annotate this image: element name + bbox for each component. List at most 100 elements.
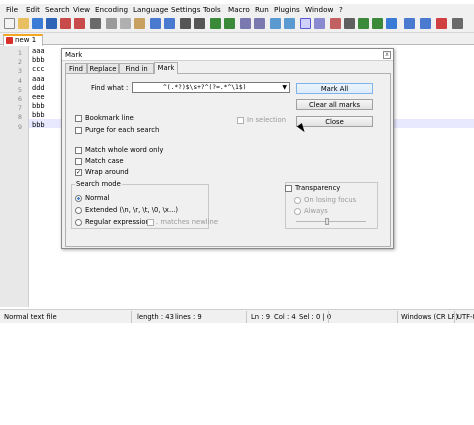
- close-icon[interactable]: [60, 18, 71, 29]
- menu-language[interactable]: Language: [133, 5, 168, 14]
- purge-checkbox[interactable]: [75, 127, 82, 134]
- menu-view[interactable]: View: [73, 5, 90, 14]
- print-icon[interactable]: [90, 18, 101, 29]
- code-line: aaa: [32, 74, 45, 83]
- tab-new-1[interactable]: new 1: [3, 34, 43, 46]
- menu-plugins[interactable]: Plugins: [274, 5, 300, 14]
- menu-window[interactable]: Window: [305, 5, 333, 14]
- copy-icon[interactable]: [120, 18, 131, 29]
- status-eol: Windows (CR LF): [401, 313, 459, 321]
- code-line: bbb: [32, 56, 45, 65]
- code-line: ddd: [32, 83, 45, 92]
- status-bar: Normal text file length : 43 lines : 9 L…: [0, 309, 474, 323]
- transparency-checkbox[interactable]: [285, 185, 292, 192]
- match-case-checkbox[interactable]: [75, 158, 82, 165]
- line-number: 9: [17, 122, 22, 131]
- in-selection-label: In selection: [247, 116, 287, 124]
- play-macro-icon[interactable]: [358, 18, 369, 29]
- wrap-around-checkbox[interactable]: ✓: [75, 169, 82, 176]
- slider-thumb[interactable]: [325, 218, 329, 225]
- save-all-icon[interactable]: [46, 18, 57, 29]
- find-what-input[interactable]: ^(.*?)$\s+?^(?=.*^\1$): [163, 84, 246, 91]
- transparency-slider[interactable]: [296, 221, 366, 222]
- line-number: 8: [17, 113, 22, 122]
- wrap-around-label: Wrap around: [85, 168, 129, 176]
- menu-settings[interactable]: Settings: [171, 5, 200, 14]
- paste-icon[interactable]: [134, 18, 145, 29]
- toolbar-extra-icon-2[interactable]: [420, 18, 431, 29]
- transparency-label: Transparency: [295, 184, 341, 192]
- status-sel: Sel : 0 | 0: [299, 313, 332, 321]
- all-chars-icon[interactable]: [284, 18, 295, 29]
- save-icon[interactable]: [32, 18, 43, 29]
- menu-tools[interactable]: Tools: [203, 5, 221, 14]
- on-losing-focus-radio[interactable]: [294, 197, 301, 204]
- code-line: aaa: [32, 47, 45, 55]
- zoom-out-icon[interactable]: [224, 18, 235, 29]
- bookmark-line-checkbox[interactable]: [75, 115, 82, 122]
- chevron-down-icon[interactable]: ▼: [282, 84, 287, 91]
- regex-radio[interactable]: [75, 219, 82, 226]
- line-number: 1: [17, 49, 22, 57]
- menu-edit[interactable]: Edit: [26, 5, 40, 14]
- open-file-icon[interactable]: [18, 18, 29, 29]
- mark-dialog: Mark x Find Replace Find in Files Mark F…: [61, 48, 394, 249]
- doc-map-icon[interactable]: [314, 18, 325, 29]
- wrap-icon[interactable]: [270, 18, 281, 29]
- run-macro-multi-icon[interactable]: [372, 18, 383, 29]
- find-icon[interactable]: [180, 18, 191, 29]
- record-macro-icon[interactable]: [330, 18, 341, 29]
- match-whole-word-label: Match whole word only: [85, 146, 164, 154]
- toolbar-extra-icon-4[interactable]: [452, 18, 463, 29]
- matches-newline-checkbox[interactable]: [147, 219, 154, 226]
- stop-macro-icon[interactable]: [344, 18, 355, 29]
- menu-search[interactable]: Search: [45, 5, 70, 14]
- replace-icon[interactable]: [194, 18, 205, 29]
- find-what-label: Find what :: [91, 84, 129, 92]
- code-line: eee: [32, 93, 45, 101]
- save-macro-icon[interactable]: [386, 18, 397, 29]
- line-number-gutter: 123456789: [0, 46, 29, 307]
- sync-h-icon[interactable]: [254, 18, 265, 29]
- line-number: 7: [17, 104, 22, 113]
- toolbar-extra-icon[interactable]: [404, 18, 415, 29]
- tab-label: new 1: [15, 36, 37, 44]
- menu-run[interactable]: Run: [255, 5, 269, 14]
- normal-radio[interactable]: [75, 195, 82, 202]
- tab-mark[interactable]: Mark: [154, 62, 178, 74]
- dialog-titlebar: Mark x: [62, 49, 393, 61]
- mark-all-button[interactable]: Mark All: [296, 83, 373, 94]
- menu-encoding[interactable]: Encoding: [95, 5, 128, 14]
- menubar: File Edit Search View Encoding Language …: [0, 4, 474, 16]
- menu-macro[interactable]: Macro: [228, 5, 250, 14]
- new-file-icon[interactable]: [4, 18, 15, 29]
- always-radio[interactable]: [294, 208, 301, 215]
- code-line: ccc: [32, 65, 45, 74]
- indent-guide-icon[interactable]: [300, 18, 311, 29]
- status-encoding: UTF-8: [457, 313, 474, 321]
- menu-help[interactable]: ?: [339, 5, 343, 14]
- close-all-icon[interactable]: [74, 18, 85, 29]
- line-number: 6: [17, 95, 22, 103]
- close-button[interactable]: Close: [296, 116, 373, 127]
- find-what-combobox[interactable]: ^(.*?)$\s+?^(?=.*^\1$) ▼: [132, 82, 290, 93]
- normal-label: Normal: [85, 194, 110, 202]
- sync-v-icon[interactable]: [240, 18, 251, 29]
- dialog-title: Mark: [65, 51, 83, 59]
- toolbar-extra-icon-3[interactable]: [436, 18, 447, 29]
- undo-icon[interactable]: [150, 18, 161, 29]
- match-whole-word-checkbox[interactable]: [75, 147, 82, 154]
- clear-all-marks-button[interactable]: Clear all marks: [296, 99, 373, 110]
- on-losing-focus-label: On losing focus: [304, 196, 357, 204]
- extended-radio[interactable]: [75, 207, 82, 214]
- redo-icon[interactable]: [164, 18, 175, 29]
- menu-file[interactable]: File: [6, 5, 18, 14]
- status-filetype: Normal text file: [4, 313, 57, 321]
- zoom-in-icon[interactable]: [210, 18, 221, 29]
- line-number: 3: [17, 67, 22, 76]
- close-icon[interactable]: x: [383, 51, 391, 59]
- status-lines: lines : 9: [175, 313, 202, 321]
- purge-label: Purge for each search: [85, 126, 160, 134]
- cut-icon[interactable]: [106, 18, 117, 29]
- in-selection-checkbox[interactable]: [237, 117, 244, 124]
